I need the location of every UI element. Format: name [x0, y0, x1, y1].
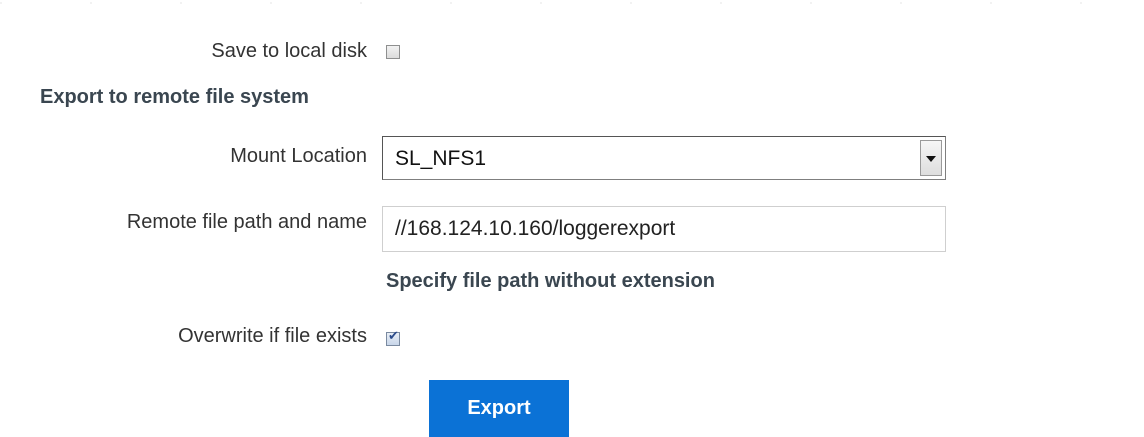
- mount-location-value: SL_NFS1: [395, 147, 487, 170]
- remote-section-heading: Export to remote file system: [40, 86, 309, 108]
- remote-path-hint: Specify file path without extension: [386, 270, 715, 292]
- overwrite-label: Overwrite if file exists: [178, 325, 367, 347]
- overwrite-checkbox[interactable]: ✔: [386, 329, 400, 346]
- top-divider: [0, 2, 1144, 4]
- save-local-label: Save to local disk: [211, 40, 367, 62]
- mount-location-label: Mount Location: [230, 145, 367, 167]
- remote-path-input[interactable]: [382, 206, 946, 252]
- chevron-down-icon[interactable]: [920, 140, 942, 176]
- mount-location-select[interactable]: SL_NFS1: [382, 136, 946, 180]
- export-button[interactable]: Export: [429, 380, 569, 437]
- remote-path-label: Remote file path and name: [126, 211, 367, 233]
- save-local-checkbox[interactable]: [386, 45, 400, 59]
- checkmark-icon: ✔: [388, 329, 399, 344]
